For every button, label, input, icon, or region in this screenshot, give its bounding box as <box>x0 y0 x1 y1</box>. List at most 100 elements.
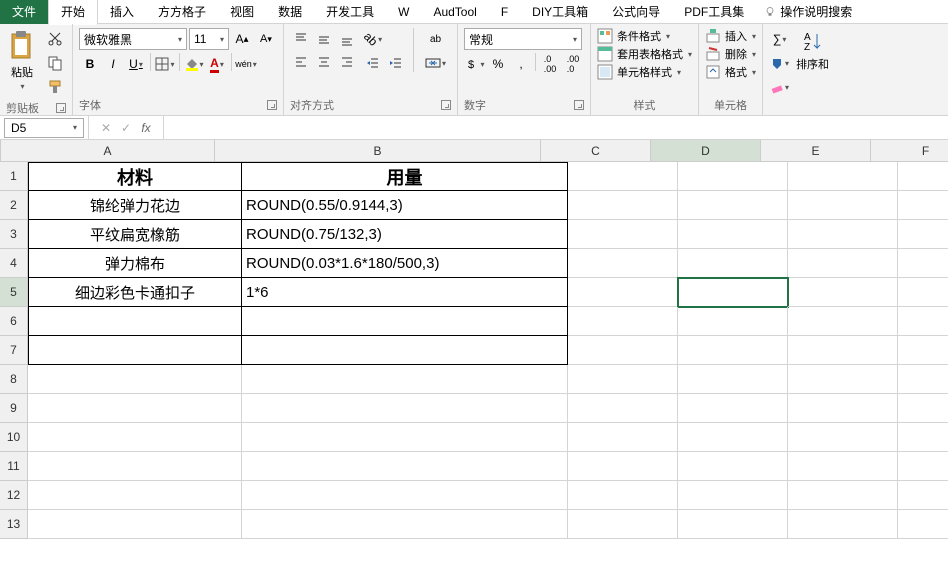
cell-C3[interactable] <box>568 220 678 249</box>
cell-E1[interactable] <box>788 162 898 191</box>
cell-D13[interactable] <box>678 510 788 539</box>
cell-E13[interactable] <box>788 510 898 539</box>
cell-E10[interactable] <box>788 423 898 452</box>
cell-C6[interactable] <box>568 307 678 336</box>
phonetic-button[interactable]: wén▾ <box>235 53 257 75</box>
align-right-button[interactable] <box>336 51 358 73</box>
format-cells-button[interactable]: 格式▾ <box>705 64 756 80</box>
cell-B2[interactable]: ROUND(0.55/0.9144,3) <box>242 191 568 220</box>
cell-B12[interactable] <box>242 481 568 510</box>
cell-A9[interactable] <box>28 394 242 423</box>
accept-formula-button[interactable]: ✓ <box>117 119 135 137</box>
cell-E12[interactable] <box>788 481 898 510</box>
italic-button[interactable]: I <box>102 53 124 75</box>
cell-D11[interactable] <box>678 452 788 481</box>
cell-D12[interactable] <box>678 481 788 510</box>
cell-F13[interactable] <box>898 510 948 539</box>
merge-button[interactable]: ▾ <box>420 52 451 74</box>
insert-cells-button[interactable]: 插入▾ <box>705 28 756 44</box>
row-header-7[interactable]: 7 <box>0 336 28 365</box>
tab-view[interactable]: 视图 <box>218 0 266 24</box>
cell-D1[interactable] <box>678 162 788 191</box>
cell-C4[interactable] <box>568 249 678 278</box>
cell-C5[interactable] <box>568 278 678 307</box>
cell-B8[interactable] <box>242 365 568 394</box>
tab-dev[interactable]: 开发工具 <box>314 0 386 24</box>
alignment-launcher[interactable] <box>441 100 451 110</box>
cell-B10[interactable] <box>242 423 568 452</box>
cell-F2[interactable] <box>898 191 948 220</box>
cell-F10[interactable] <box>898 423 948 452</box>
cell-B13[interactable] <box>242 510 568 539</box>
row-header-1[interactable]: 1 <box>0 162 28 191</box>
cell-B11[interactable] <box>242 452 568 481</box>
decrease-indent-button[interactable] <box>362 52 384 74</box>
cell-B9[interactable] <box>242 394 568 423</box>
cell-A10[interactable] <box>28 423 242 452</box>
align-bottom-button[interactable] <box>336 28 358 50</box>
wrap-text-button[interactable]: ab <box>420 28 451 50</box>
tab-pdf[interactable]: PDF工具集 <box>672 0 756 24</box>
cell-F6[interactable] <box>898 307 948 336</box>
tab-f[interactable]: F <box>489 1 520 23</box>
cell-E4[interactable] <box>788 249 898 278</box>
align-center-button[interactable] <box>313 51 335 73</box>
tab-data[interactable]: 数据 <box>266 0 314 24</box>
cell-C2[interactable] <box>568 191 678 220</box>
font-size-select[interactable]: 11▾ <box>189 28 229 50</box>
cell-A11[interactable] <box>28 452 242 481</box>
cell-A12[interactable] <box>28 481 242 510</box>
cell-E9[interactable] <box>788 394 898 423</box>
tab-w[interactable]: W <box>386 1 421 23</box>
cell-A5[interactable]: 细边彩色卡通扣子 <box>28 278 242 307</box>
cell-C12[interactable] <box>568 481 678 510</box>
cell-C7[interactable] <box>568 336 678 365</box>
row-header-2[interactable]: 2 <box>0 191 28 220</box>
cell-B4[interactable]: ROUND(0.03*1.6*180/500,3) <box>242 249 568 278</box>
tab-home[interactable]: 开始 <box>48 0 98 25</box>
row-header-4[interactable]: 4 <box>0 249 28 278</box>
cell-D8[interactable] <box>678 365 788 394</box>
col-header-C[interactable]: C <box>541 140 651 162</box>
decrease-font-button[interactable]: A▾ <box>255 28 277 50</box>
row-header-3[interactable]: 3 <box>0 220 28 249</box>
comma-button[interactable]: , <box>510 53 532 75</box>
row-header-11[interactable]: 11 <box>0 452 28 481</box>
cell-E8[interactable] <box>788 365 898 394</box>
cell-D10[interactable] <box>678 423 788 452</box>
col-header-A[interactable]: A <box>1 140 215 162</box>
cell-A4[interactable]: 弹力棉布 <box>28 249 242 278</box>
cell-F4[interactable] <box>898 249 948 278</box>
align-left-button[interactable] <box>290 51 312 73</box>
cell-B1[interactable]: 用量 <box>242 162 568 191</box>
autosum-button[interactable]: ∑▾ <box>769 28 790 50</box>
tab-audtool[interactable]: AudTool <box>421 1 488 23</box>
cell-F5[interactable] <box>898 278 948 307</box>
orientation-button[interactable]: ab▾ <box>362 28 384 50</box>
tab-diy[interactable]: DIY工具箱 <box>520 0 600 24</box>
cell-E11[interactable] <box>788 452 898 481</box>
table-format-button[interactable]: 套用表格格式▾ <box>597 46 692 62</box>
underline-button[interactable]: U▾ <box>125 53 147 75</box>
cancel-formula-button[interactable]: ✕ <box>97 119 115 137</box>
cell-B5[interactable]: 1*6 <box>242 278 568 307</box>
font-launcher[interactable] <box>267 100 277 110</box>
copy-button[interactable] <box>44 52 66 74</box>
cell-C11[interactable] <box>568 452 678 481</box>
cell-A7[interactable] <box>28 336 242 365</box>
row-header-8[interactable]: 8 <box>0 365 28 394</box>
cell-F11[interactable] <box>898 452 948 481</box>
col-header-B[interactable]: B <box>215 140 541 162</box>
conditional-format-button[interactable]: 条件格式▾ <box>597 28 692 44</box>
formula-input[interactable] <box>164 118 948 138</box>
cell-E6[interactable] <box>788 307 898 336</box>
cell-E3[interactable] <box>788 220 898 249</box>
cell-A13[interactable] <box>28 510 242 539</box>
tab-insert[interactable]: 插入 <box>98 0 146 24</box>
cell-F1[interactable] <box>898 162 948 191</box>
cell-D2[interactable] <box>678 191 788 220</box>
increase-decimal-button[interactable]: .0.00 <box>539 53 561 75</box>
help-search[interactable]: 操作说明搜索 <box>764 3 852 20</box>
currency-button[interactable]: $▾ <box>464 53 486 75</box>
increase-font-button[interactable]: A▴ <box>231 28 253 50</box>
